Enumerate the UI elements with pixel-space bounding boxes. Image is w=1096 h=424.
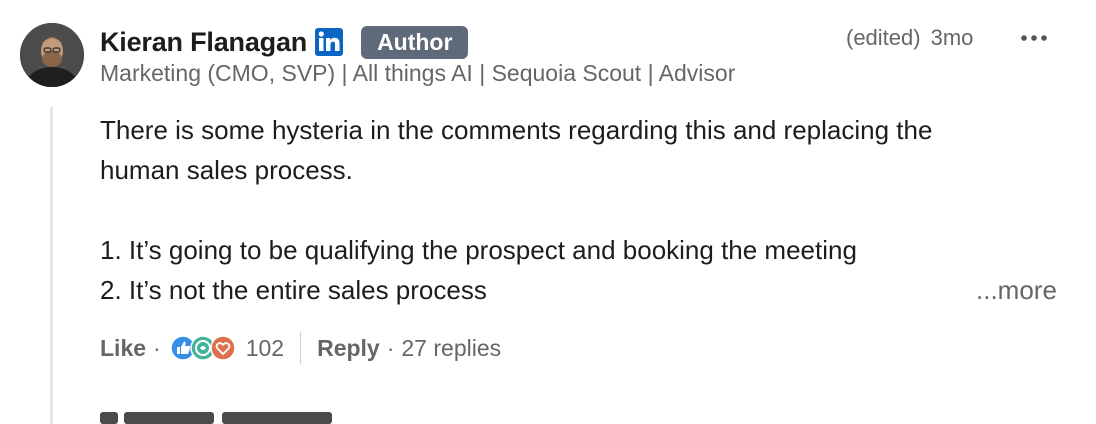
comment-text-line: 2. It’s not the entire sales process (100, 275, 487, 305)
thread-line (50, 107, 53, 424)
timestamp: 3mo (930, 25, 974, 50)
reaction-count[interactable]: 102 (246, 335, 284, 362)
comment-body: There is some hysteria in the comments r… (100, 110, 1050, 310)
comment-text-line: 1. It’s going to be qualifying the prosp… (100, 235, 857, 265)
comment-text-line: human sales process. (100, 155, 353, 185)
like-button[interactable]: Like (100, 335, 146, 362)
author-row: Kieran Flanagan Author (100, 22, 469, 62)
author-badge: Author (361, 25, 469, 59)
separator-dot: · (153, 334, 161, 361)
reply-button[interactable]: Reply (317, 335, 380, 362)
comment-item: Kieran Flanagan Author Marketing (CMO, S… (0, 0, 1096, 424)
person-avatar-icon (20, 23, 84, 87)
replies-count[interactable]: 27 replies (401, 335, 501, 362)
more-options-button[interactable] (1016, 26, 1052, 50)
comment-actions: Like · 102 Reply · 27 replies (100, 330, 501, 366)
see-more-button[interactable]: ...more (976, 270, 1057, 310)
more-horizontal-icon (1021, 35, 1047, 41)
reactions-summary[interactable] (169, 335, 236, 361)
love-reaction-icon (209, 335, 236, 361)
linkedin-icon (315, 28, 344, 56)
edited-label: (edited) (846, 25, 921, 50)
author-name[interactable]: Kieran Flanagan (100, 27, 307, 58)
avatar[interactable] (20, 23, 84, 87)
actions-divider (300, 332, 302, 364)
comment-meta: (edited) 3mo (846, 25, 973, 51)
next-content-cutoff (100, 412, 430, 424)
comment-text-line: There is some hysteria in the comments r… (100, 115, 933, 145)
author-headline: Marketing (CMO, SVP) | All things AI | S… (100, 60, 736, 86)
separator-dot: · (386, 334, 395, 361)
